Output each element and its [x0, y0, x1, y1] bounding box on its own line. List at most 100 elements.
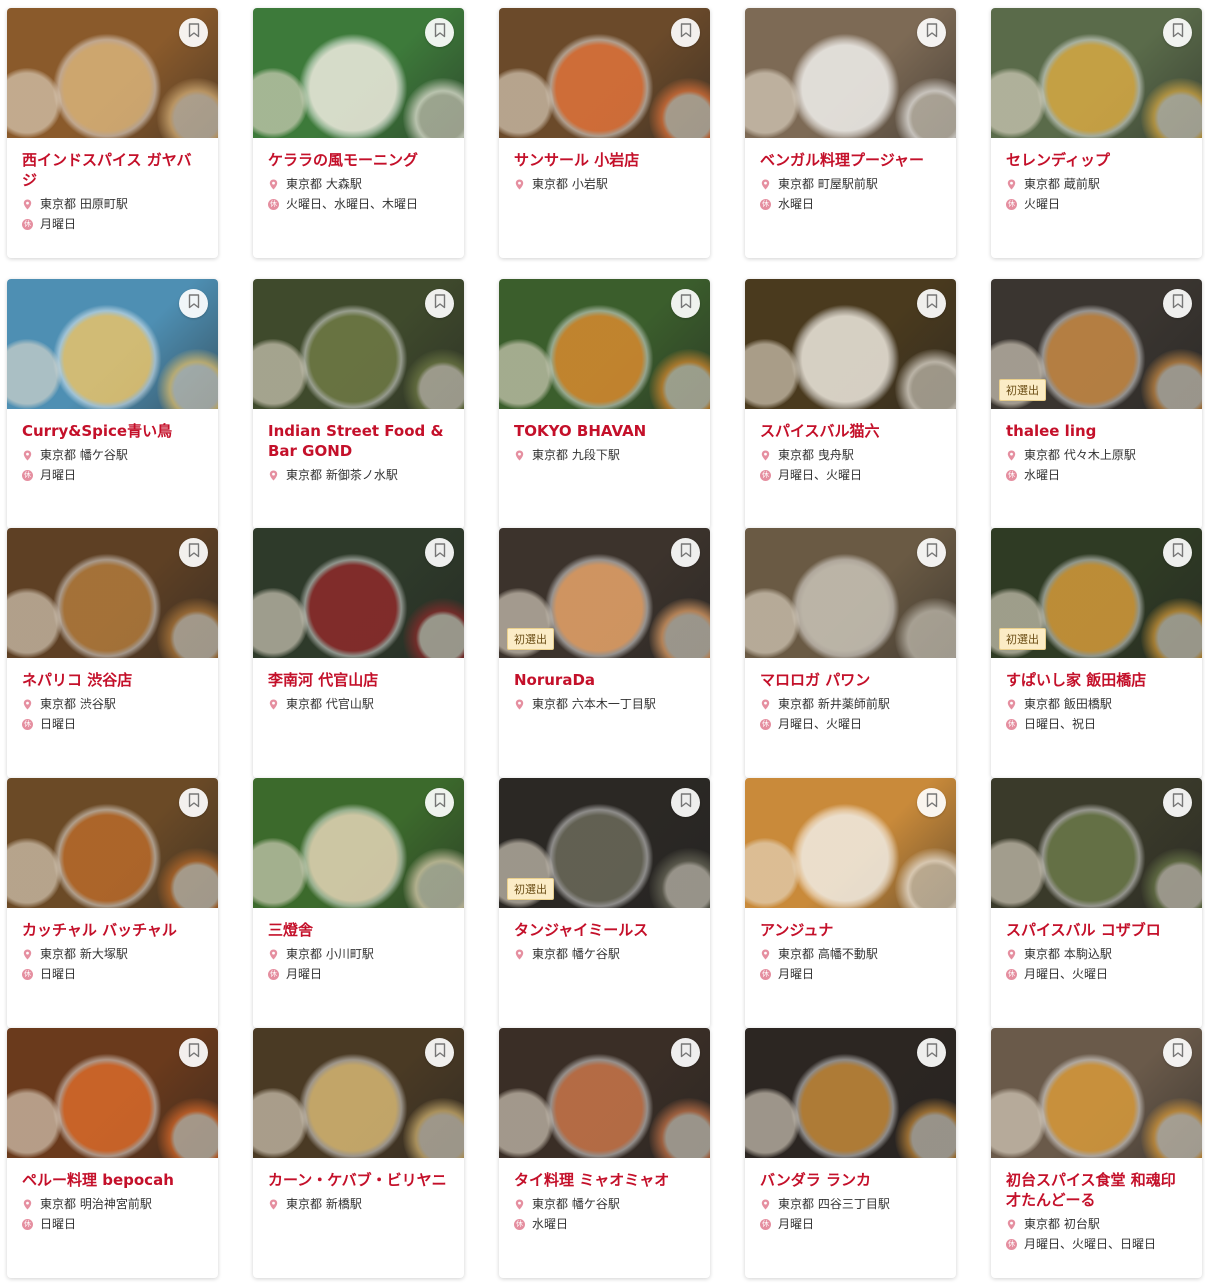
restaurant-name[interactable]: 西インドスパイス ガヤバジ — [22, 150, 203, 190]
restaurant-name[interactable]: Indian Street Food & Bar GOND — [268, 421, 449, 461]
restaurant-name[interactable]: TOKYO BHAVAN — [514, 421, 695, 441]
restaurant-card[interactable]: 初選出 すぱいし家 飯田橋店 東京都 飯田橋駅休日曜日、祝日 — [991, 528, 1202, 778]
restaurant-name[interactable]: すぱいし家 飯田橋店 — [1006, 670, 1187, 690]
bookmark-button[interactable] — [425, 18, 454, 47]
restaurant-card[interactable]: 初選出 NoruraDa 東京都 六本木一丁目駅 — [499, 528, 710, 778]
restaurant-card[interactable]: カーン・ケバブ・ビリヤニ 東京都 新橋駅 — [253, 1028, 464, 1278]
bookmark-button[interactable] — [425, 289, 454, 318]
bookmark-button[interactable] — [425, 538, 454, 567]
restaurant-card[interactable]: Indian Street Food & Bar GOND 東京都 新御茶ノ水駅 — [253, 279, 464, 529]
restaurant-name[interactable]: 三燈舎 — [268, 920, 449, 940]
restaurant-card[interactable]: ケララの風モーニング 東京都 大森駅休火曜日、水曜日、木曜日 — [253, 8, 464, 258]
restaurant-name[interactable]: ネパリコ 渋谷店 — [22, 670, 203, 690]
restaurant-name[interactable]: ペルー料理 bepocah — [22, 1170, 203, 1190]
restaurant-name[interactable]: スパイスバル猫六 — [760, 421, 941, 441]
restaurant-photo[interactable] — [7, 1028, 218, 1158]
bookmark-button[interactable] — [671, 18, 700, 47]
restaurant-card[interactable]: ネパリコ 渋谷店 東京都 渋谷駅休日曜日 — [7, 528, 218, 778]
restaurant-card[interactable]: 初台スパイス食堂 和魂印才たんどーる 東京都 初台駅休月曜日、火曜日、日曜日 — [991, 1028, 1202, 1278]
restaurant-card[interactable]: セレンディップ 東京都 蔵前駅休火曜日 — [991, 8, 1202, 258]
restaurant-card[interactable]: ペルー料理 bepocah 東京都 明治神宮前駅休日曜日 — [7, 1028, 218, 1278]
restaurant-name[interactable]: 初台スパイス食堂 和魂印才たんどーる — [1006, 1170, 1187, 1210]
restaurant-photo[interactable] — [253, 528, 464, 658]
restaurant-card[interactable]: 初選出 タンジャイミールス 東京都 幡ケ谷駅 — [499, 778, 710, 1028]
restaurant-name[interactable]: thalee ling — [1006, 421, 1187, 441]
bookmark-button[interactable] — [917, 538, 946, 567]
restaurant-photo[interactable] — [253, 778, 464, 908]
restaurant-photo[interactable] — [745, 279, 956, 409]
bookmark-button[interactable] — [1163, 538, 1192, 567]
restaurant-photo[interactable]: 初選出 — [499, 778, 710, 908]
restaurant-name[interactable]: 李南河 代官山店 — [268, 670, 449, 690]
restaurant-card[interactable]: タイ料理 ミャオミャオ 東京都 幡ケ谷駅休水曜日 — [499, 1028, 710, 1278]
bookmark-button[interactable] — [425, 788, 454, 817]
restaurant-photo[interactable] — [991, 8, 1202, 138]
bookmark-button[interactable] — [1163, 788, 1192, 817]
restaurant-photo[interactable] — [745, 778, 956, 908]
restaurant-card[interactable]: スパイスバル猫六 東京都 曳舟駅休月曜日、火曜日 — [745, 279, 956, 529]
restaurant-card[interactable]: Curry&Spice青い鳥 東京都 幡ケ谷駅休月曜日 — [7, 279, 218, 529]
bookmark-button[interactable] — [671, 289, 700, 318]
restaurant-photo[interactable] — [253, 8, 464, 138]
restaurant-photo[interactable] — [745, 1028, 956, 1158]
restaurant-name[interactable]: カッチャル バッチャル — [22, 920, 203, 940]
restaurant-card[interactable]: 李南河 代官山店 東京都 代官山駅 — [253, 528, 464, 778]
restaurant-card[interactable]: バンダラ ランカ 東京都 四谷三丁目駅休月曜日 — [745, 1028, 956, 1278]
restaurant-photo[interactable]: 初選出 — [499, 528, 710, 658]
bookmark-button[interactable] — [179, 289, 208, 318]
bookmark-button[interactable] — [917, 788, 946, 817]
restaurant-card[interactable]: カッチャル バッチャル 東京都 新大塚駅休日曜日 — [7, 778, 218, 1028]
restaurant-name[interactable]: ベンガル料理プージャー — [760, 150, 941, 170]
restaurant-name[interactable]: アンジュナ — [760, 920, 941, 940]
restaurant-name[interactable]: Curry&Spice青い鳥 — [22, 421, 203, 441]
bookmark-button[interactable] — [425, 1038, 454, 1067]
restaurant-card[interactable]: ベンガル料理プージャー 東京都 町屋駅前駅休水曜日 — [745, 8, 956, 258]
restaurant-photo[interactable]: 初選出 — [991, 279, 1202, 409]
restaurant-photo[interactable] — [7, 528, 218, 658]
restaurant-card[interactable]: 西インドスパイス ガヤバジ 東京都 田原町駅休月曜日 — [7, 8, 218, 258]
restaurant-photo[interactable] — [7, 778, 218, 908]
restaurant-photo[interactable] — [745, 8, 956, 138]
restaurant-name[interactable]: サンサール 小岩店 — [514, 150, 695, 170]
restaurant-photo[interactable] — [499, 8, 710, 138]
restaurant-photo[interactable] — [7, 279, 218, 409]
restaurant-card[interactable]: TOKYO BHAVAN 東京都 九段下駅 — [499, 279, 710, 529]
restaurant-photo[interactable] — [991, 1028, 1202, 1158]
restaurant-name[interactable]: マロロガ パワン — [760, 670, 941, 690]
restaurant-photo[interactable] — [253, 279, 464, 409]
bookmark-button[interactable] — [179, 788, 208, 817]
bookmark-button[interactable] — [671, 538, 700, 567]
bookmark-button[interactable] — [917, 289, 946, 318]
restaurant-card[interactable]: 三燈舎 東京都 小川町駅休月曜日 — [253, 778, 464, 1028]
restaurant-name[interactable]: バンダラ ランカ — [760, 1170, 941, 1190]
bookmark-button[interactable] — [1163, 1038, 1192, 1067]
restaurant-name[interactable]: NoruraDa — [514, 670, 695, 690]
bookmark-button[interactable] — [671, 1038, 700, 1067]
restaurant-photo[interactable]: 初選出 — [991, 528, 1202, 658]
restaurant-photo[interactable] — [991, 778, 1202, 908]
bookmark-button[interactable] — [179, 18, 208, 47]
restaurant-name[interactable]: カーン・ケバブ・ビリヤニ — [268, 1170, 449, 1190]
restaurant-name[interactable]: ケララの風モーニング — [268, 150, 449, 170]
restaurant-card[interactable]: アンジュナ 東京都 高幡不動駅休月曜日 — [745, 778, 956, 1028]
restaurant-photo[interactable] — [499, 279, 710, 409]
restaurant-name[interactable]: タンジャイミールス — [514, 920, 695, 940]
bookmark-button[interactable] — [671, 788, 700, 817]
restaurant-card[interactable]: 初選出 thalee ling 東京都 代々木上原駅休水曜日 — [991, 279, 1202, 529]
restaurant-card[interactable]: スパイスバル コザブロ 東京都 本駒込駅休月曜日、火曜日 — [991, 778, 1202, 1028]
restaurant-card[interactable]: マロロガ パワン 東京都 新井薬師前駅休月曜日、火曜日 — [745, 528, 956, 778]
bookmark-button[interactable] — [179, 538, 208, 567]
bookmark-button[interactable] — [179, 1038, 208, 1067]
restaurant-name[interactable]: タイ料理 ミャオミャオ — [514, 1170, 695, 1190]
restaurant-name[interactable]: セレンディップ — [1006, 150, 1187, 170]
bookmark-button[interactable] — [1163, 18, 1192, 47]
restaurant-photo[interactable] — [253, 1028, 464, 1158]
restaurant-name[interactable]: スパイスバル コザブロ — [1006, 920, 1187, 940]
restaurant-photo[interactable] — [7, 8, 218, 138]
bookmark-button[interactable] — [1163, 289, 1192, 318]
restaurant-photo[interactable] — [499, 1028, 710, 1158]
bookmark-button[interactable] — [917, 1038, 946, 1067]
restaurant-card[interactable]: サンサール 小岩店 東京都 小岩駅 — [499, 8, 710, 258]
bookmark-button[interactable] — [917, 18, 946, 47]
restaurant-photo[interactable] — [745, 528, 956, 658]
